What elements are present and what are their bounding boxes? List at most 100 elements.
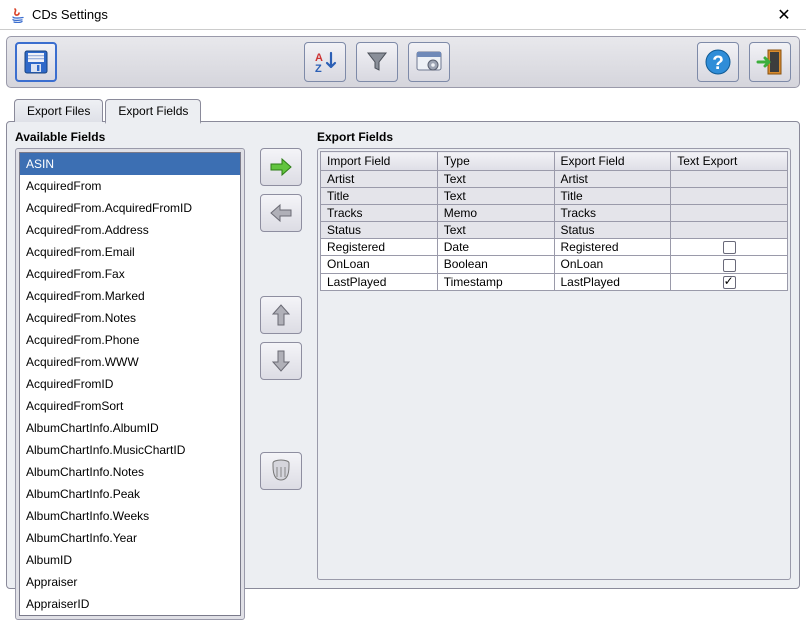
cell[interactable]: Status [321,222,438,239]
list-item[interactable]: AcquiredFromID [20,373,240,395]
column-header[interactable]: Text Export [671,152,788,171]
tab-export-fields[interactable]: Export Fields [105,99,201,124]
transfer-buttons [251,130,311,580]
titlebar: CDs Settings ✕ [0,0,806,30]
available-fields-title: Available Fields [15,130,245,144]
list-item[interactable]: ASIN [20,153,240,175]
delete-button[interactable] [260,452,302,490]
cell[interactable]: Registered [554,239,671,256]
list-item[interactable]: AcquiredFrom.Fax [20,263,240,285]
list-item[interactable]: AcquiredFrom.Notes [20,307,240,329]
checkbox[interactable] [723,241,736,254]
tab-export-files[interactable]: Export Files [14,99,103,122]
text-export-cell[interactable] [671,256,788,273]
cell[interactable]: Artist [321,171,438,188]
cell[interactable]: Title [554,188,671,205]
list-item[interactable]: AlbumChartInfo.Weeks [20,505,240,527]
checkbox[interactable] [723,276,736,289]
cell[interactable]: Artist [554,171,671,188]
list-item[interactable]: AlbumChartInfo.MusicChartID [20,439,240,461]
java-icon [10,7,26,23]
exit-button[interactable] [749,42,791,82]
cell[interactable]: Tracks [321,205,438,222]
list-item[interactable]: AcquiredFrom.Email [20,241,240,263]
cell[interactable]: Date [437,239,554,256]
add-button[interactable] [260,148,302,186]
export-fields-table[interactable]: Import FieldTypeExport FieldText Export … [320,151,788,291]
table-row[interactable]: LastPlayedTimestampLastPlayed [321,273,788,290]
list-item[interactable]: Appraiser [20,571,240,593]
column-header[interactable]: Type [437,152,554,171]
list-item[interactable]: AcquiredFrom.Phone [20,329,240,351]
list-item[interactable]: AlbumChartInfo.Peak [20,483,240,505]
list-item[interactable]: AppraiserID [20,593,240,615]
list-item[interactable]: AlbumID [20,549,240,571]
table-row[interactable]: RegisteredDateRegistered [321,239,788,256]
arrow-up-icon [270,302,292,328]
funnel-icon [365,50,389,74]
trash-icon [270,458,292,484]
text-export-cell[interactable] [671,239,788,256]
text-export-cell[interactable] [671,222,788,239]
list-item[interactable]: AcquiredFrom [20,175,240,197]
list-item[interactable]: AcquiredFrom.Marked [20,285,240,307]
available-fields-list[interactable]: ASINAcquiredFromAcquiredFrom.AcquiredFro… [19,152,241,616]
text-export-cell[interactable] [671,273,788,290]
cell[interactable]: OnLoan [554,256,671,273]
window-gear-icon [416,51,442,73]
list-item[interactable]: AlbumChartInfo.Year [20,527,240,549]
save-button[interactable] [15,42,57,82]
move-down-button[interactable] [260,342,302,380]
sort-az-icon: A Z [312,49,338,75]
cell[interactable]: Registered [321,239,438,256]
list-item[interactable]: AcquiredFrom.Address [20,219,240,241]
table-row[interactable]: TitleTextTitle [321,188,788,205]
cell[interactable]: LastPlayed [554,273,671,290]
cell[interactable]: Boolean [437,256,554,273]
export-fields-title: Export Fields [317,130,791,144]
table-row[interactable]: StatusTextStatus [321,222,788,239]
table-row[interactable]: ArtistTextArtist [321,171,788,188]
cell[interactable]: Title [321,188,438,205]
column-header[interactable]: Import Field [321,152,438,171]
help-button[interactable]: ? [697,42,739,82]
arrow-down-icon [270,348,292,374]
sort-button[interactable]: A Z [304,42,346,82]
list-item[interactable]: AcquiredFromSort [20,395,240,417]
list-item[interactable]: AcquiredFrom.AcquiredFromID [20,197,240,219]
cell[interactable]: Text [437,222,554,239]
cell[interactable]: Timestamp [437,273,554,290]
text-export-cell[interactable] [671,188,788,205]
remove-button[interactable] [260,194,302,232]
text-export-cell[interactable] [671,205,788,222]
cell[interactable]: LastPlayed [321,273,438,290]
svg-text:?: ? [712,53,724,74]
filter-button[interactable] [356,42,398,82]
column-header[interactable]: Export Field [554,152,671,171]
cell[interactable]: Memo [437,205,554,222]
exit-door-icon [756,48,784,76]
cell[interactable]: Status [554,222,671,239]
checkbox[interactable] [723,259,736,272]
close-button[interactable]: ✕ [772,5,796,25]
move-up-button[interactable] [260,296,302,334]
list-item[interactable]: AcquiredFrom.WWW [20,351,240,373]
window-title: CDs Settings [32,7,772,22]
svg-text:Z: Z [315,63,322,75]
cell[interactable]: Tracks [554,205,671,222]
arrow-right-icon [268,156,294,178]
settings-button[interactable] [408,42,450,82]
table-row[interactable]: OnLoanBooleanOnLoan [321,256,788,273]
list-item[interactable]: AlbumChartInfo.Notes [20,461,240,483]
help-icon: ? [704,48,732,76]
content-panel: Available Fields ASINAcquiredFromAcquire… [6,121,800,589]
toolbar: A Z ? [6,36,800,88]
cell[interactable]: Text [437,171,554,188]
text-export-cell[interactable] [671,171,788,188]
cell[interactable]: Text [437,188,554,205]
list-item[interactable]: AlbumChartInfo.AlbumID [20,417,240,439]
table-row[interactable]: TracksMemoTracks [321,205,788,222]
cell[interactable]: OnLoan [321,256,438,273]
floppy-disk-icon [23,49,49,75]
tab-row: Export FilesExport Fields [0,97,806,122]
